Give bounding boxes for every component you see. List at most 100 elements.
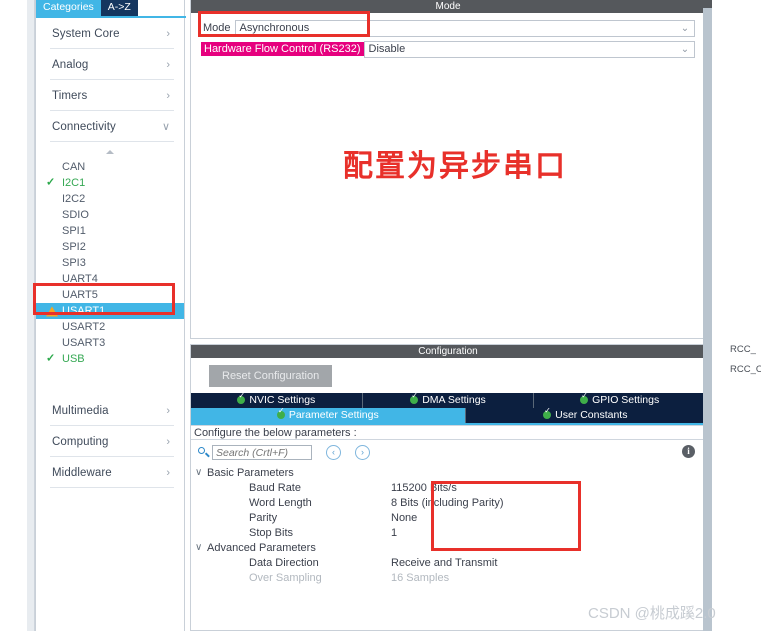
parameter-value: 1	[391, 526, 398, 539]
table-row[interactable]: Stop Bits 1	[191, 525, 705, 540]
peripheral-label: UART4	[62, 273, 98, 285]
configuration-tab-row-2: Parameter Settings User Constants	[191, 407, 705, 423]
sidebar-item-multimedia[interactable]: Multimedia ›	[36, 395, 184, 426]
peripheral-label: SPI3	[62, 257, 86, 269]
mode-select[interactable]: Asynchronous ⌄	[234, 19, 695, 37]
status-icon	[46, 209, 59, 222]
scroll-up-arrow-icon	[106, 150, 114, 154]
parameter-group-basic[interactable]: ∨ Basic Parameters	[191, 465, 705, 480]
reset-configuration-button[interactable]: Reset Configuration	[209, 365, 333, 387]
sidebar-item-i2c1[interactable]: ✓ I2C1	[36, 175, 184, 191]
status-icon	[46, 193, 59, 206]
parameter-name: Parity	[249, 511, 278, 524]
status-icon	[46, 257, 59, 270]
splitter-cap	[703, 0, 712, 8]
check-circle-icon	[580, 392, 589, 404]
check-icon: ✓	[46, 352, 56, 365]
sidebar-item-computing[interactable]: Computing ›	[36, 426, 184, 457]
sidebar-item-spi2[interactable]: SPI2	[36, 239, 184, 255]
peripheral-label: USB	[62, 353, 85, 365]
chevron-right-icon: ›	[166, 466, 170, 479]
sidebar-item-spi3[interactable]: SPI3	[36, 255, 184, 271]
peripheral-label: SPI1	[62, 225, 86, 237]
hardware-flow-control-label: Hardware Flow Control (RS232)	[201, 42, 364, 56]
sidebar-item-can[interactable]: CAN	[36, 159, 184, 175]
sidebar-item-uart5[interactable]: UART5	[36, 287, 184, 303]
tab-label: GPIO Settings	[592, 394, 660, 406]
tab-gpio-settings[interactable]: GPIO Settings	[534, 392, 706, 408]
tab-categories[interactable]: Categories	[36, 0, 101, 16]
annotation-text-asynchronous: 配置为异步串口	[343, 150, 567, 183]
peripheral-label: USART2	[62, 321, 106, 333]
tab-dma-settings[interactable]: DMA Settings	[362, 392, 535, 408]
check-circle-icon	[276, 407, 285, 419]
panel-splitter[interactable]	[703, 0, 712, 631]
table-row[interactable]: Baud Rate 115200 Bits/s	[191, 480, 705, 495]
parameter-search-row: ‹ › i	[191, 440, 705, 462]
chevron-right-icon: ›	[166, 404, 170, 417]
app-root: Categories A->Z System Core › Analog › T…	[0, 0, 761, 631]
peripheral-label: USART1	[62, 305, 106, 317]
sidebar-item-usart3[interactable]: USART3	[36, 335, 184, 351]
parameter-value: None	[391, 511, 418, 524]
tab-a-to-z[interactable]: A->Z	[100, 0, 138, 16]
table-row[interactable]: Parity None	[191, 510, 705, 525]
parameter-name: Data Direction	[249, 556, 319, 569]
chevron-down-icon: ⌄	[680, 43, 690, 55]
sidebar-item-usb[interactable]: ✓ USB	[36, 351, 184, 367]
component-sidebar: Categories A->Z System Core › Analog › T…	[35, 0, 186, 631]
parameter-group-advanced[interactable]: ∨ Advanced Parameters	[191, 540, 705, 555]
mode-panel-title: Mode	[191, 0, 705, 13]
rcc-label-2: RCC_OS	[730, 364, 761, 375]
sidebar-item-middleware[interactable]: Middleware ›	[36, 457, 184, 488]
configuration-tab-row-1: NVIC Settings DMA Settings GPIO Settings	[191, 392, 706, 408]
tab-user-constants[interactable]: User Constants	[465, 407, 705, 423]
parameter-value: Receive and Transmit	[391, 556, 498, 569]
parameter-table: ∨ Basic Parameters Baud Rate 115200 Bits…	[191, 462, 705, 585]
chevron-down-icon: ∨	[195, 467, 203, 478]
scroll-up-indicator[interactable]	[36, 145, 184, 159]
tab-nvic-settings[interactable]: NVIC Settings	[191, 392, 363, 408]
sidebar-item-analog[interactable]: Analog ›	[36, 49, 184, 80]
status-icon	[46, 241, 59, 254]
sidebar-item-i2c2[interactable]: I2C2	[36, 191, 184, 207]
status-icon	[46, 321, 59, 334]
configuration-panel: Configuration Reset Configuration NVIC S…	[190, 344, 706, 631]
connectivity-peripheral-list: CAN ✓ I2C1 I2C2 SDIO SPI1 SPI2 SPI3 UART…	[36, 142, 184, 367]
tab-parameter-settings[interactable]: Parameter Settings	[191, 407, 466, 423]
hardware-flow-control-row: Hardware Flow Control (RS232) Disable ⌄	[201, 40, 695, 58]
peripheral-label: SDIO	[62, 209, 89, 221]
info-icon[interactable]: i	[682, 445, 695, 458]
rcc-signal-labels: RCC_ RCC_OS	[730, 340, 761, 380]
peripheral-label: USART3	[62, 337, 106, 349]
sidebar-item-timers[interactable]: Timers ›	[36, 80, 184, 111]
search-input[interactable]	[212, 445, 312, 460]
parameter-name: Stop Bits	[249, 526, 294, 539]
hardware-flow-control-select[interactable]: Disable ⌄	[363, 40, 695, 58]
sidebar-item-uart4[interactable]: UART4	[36, 271, 184, 287]
tab-label: User Constants	[555, 409, 628, 421]
rcc-label-1: RCC_	[730, 344, 756, 355]
mode-panel: Mode Mode Asynchronous ⌄ Hardware Flow C…	[190, 0, 706, 339]
watermark: CSDN @桃成蹊2.0	[588, 605, 716, 622]
mode-label: Mode	[203, 22, 231, 34]
sidebar-item-label: Connectivity	[52, 120, 116, 133]
sidebar-item-connectivity[interactable]: Connectivity ∨	[36, 111, 184, 142]
sidebar-item-label: Middleware	[52, 466, 112, 479]
sidebar-item-usart1[interactable]: USART1	[36, 303, 184, 319]
sidebar-rail	[27, 0, 35, 631]
nav-next-button[interactable]: ›	[355, 445, 370, 460]
category-list: System Core › Analog › Timers › Connecti…	[36, 18, 184, 488]
sidebar-item-sdio[interactable]: SDIO	[36, 207, 184, 223]
main-content: Mode Mode Asynchronous ⌄ Hardware Flow C…	[190, 0, 706, 631]
sidebar-item-system-core[interactable]: System Core ›	[36, 18, 184, 49]
table-row[interactable]: Word Length 8 Bits (including Parity)	[191, 495, 705, 510]
sidebar-item-label: Multimedia	[52, 404, 109, 417]
tab-label: DMA Settings	[422, 394, 486, 406]
nav-previous-button[interactable]: ‹	[326, 445, 341, 460]
status-icon	[46, 273, 59, 286]
sidebar-item-usart2[interactable]: USART2	[36, 319, 184, 335]
sidebar-item-spi1[interactable]: SPI1	[36, 223, 184, 239]
table-row[interactable]: Data Direction Receive and Transmit	[191, 555, 705, 570]
tab-label: NVIC Settings	[249, 394, 316, 406]
